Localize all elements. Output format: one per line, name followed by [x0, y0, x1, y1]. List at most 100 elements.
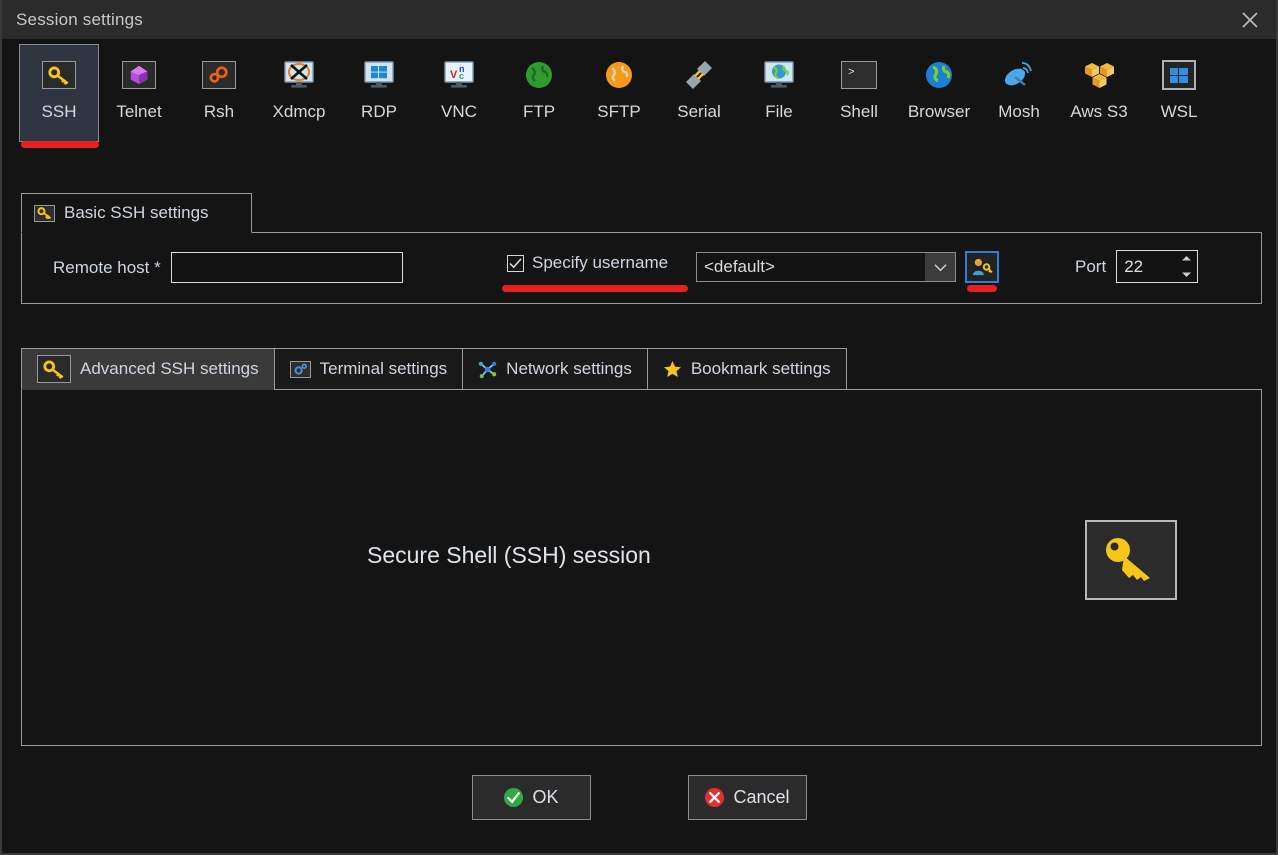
orange-globe-icon — [599, 55, 639, 95]
ok-button-label: OK — [532, 787, 559, 807]
tab-network-settings[interactable]: Network settings — [462, 348, 647, 390]
protocol-label: Mosh — [998, 102, 1040, 121]
plug-connector-icon — [686, 61, 712, 89]
aws-cubes-icon — [1085, 63, 1114, 88]
annotation-underline-username — [502, 285, 688, 292]
chevron-down-icon[interactable] — [925, 253, 955, 281]
protocol-ssh[interactable]: SSH — [19, 44, 99, 148]
key-icon — [37, 355, 71, 383]
terminal-prompt-icon: > — [839, 55, 879, 95]
vnc-monitor-icon: Vnc — [439, 55, 479, 95]
protocol-label: WSL — [1160, 102, 1198, 121]
key-icon — [42, 61, 76, 89]
star-icon — [663, 360, 681, 378]
x-monitor-icon — [284, 61, 314, 88]
basic-ssh-settings-panel: Remote host * Specify username <default> — [21, 232, 1262, 304]
basic-ssh-settings-tab[interactable]: Basic SSH settings — [21, 193, 252, 233]
purple-gem-icon — [119, 55, 159, 95]
tab-bookmark-settings[interactable]: Bookmark settings — [646, 348, 847, 390]
protocol-label: SFTP — [597, 102, 641, 121]
tab-label: Network settings — [506, 359, 632, 378]
protocol-mosh[interactable]: Mosh — [979, 44, 1059, 142]
chevron-up-icon[interactable] — [1181, 255, 1192, 262]
protocol-wsl[interactable]: WSL — [1139, 44, 1219, 142]
protocol-toolbar: SSH Telnet Rsh Xdmcp RDP Vn c VNC FTP SFTP Serial F… — [2, 44, 1276, 154]
protocol-browser[interactable]: Browser — [899, 44, 979, 142]
aws-cubes-icon — [1079, 55, 1119, 95]
protocol-label: FTP — [522, 102, 556, 121]
protocol-rsh[interactable]: Rsh — [179, 44, 259, 142]
key-icon — [34, 204, 55, 222]
protocol-label: Xdmcp — [272, 102, 326, 121]
windows-monitor-icon — [359, 55, 399, 95]
port-spinner[interactable]: 22 — [1116, 250, 1199, 283]
title-bar: Session settings — [2, 0, 1276, 39]
protocol-sftp[interactable]: SFTP — [579, 44, 659, 142]
protocol-shell[interactable]: > Shell — [819, 44, 899, 142]
protocol-label: Browser — [907, 102, 971, 121]
network-node-icon — [478, 360, 497, 379]
user-key-icon — [972, 258, 993, 276]
plug-connector-icon — [679, 55, 719, 95]
port-label: Port — [1075, 256, 1107, 276]
port-stepper[interactable] — [1175, 251, 1197, 282]
tab-label: Bookmark settings — [690, 359, 831, 378]
blue-gear-icon — [289, 360, 311, 378]
protocol-label: SSH — [41, 102, 77, 121]
username-combo-value: <default> — [704, 257, 775, 276]
tab-terminal-settings[interactable]: Terminal settings — [273, 348, 463, 390]
satellite-dish-icon — [999, 55, 1039, 95]
windows-logo-icon — [1159, 55, 1199, 95]
protocol-serial[interactable]: Serial — [659, 44, 739, 142]
remote-host-field-group: Remote host * — [53, 252, 403, 283]
check-icon — [509, 257, 522, 268]
network-node-icon — [478, 361, 497, 378]
svg-text:c: c — [459, 71, 464, 81]
key-icon — [39, 55, 79, 95]
ok-button[interactable]: OK — [471, 775, 591, 820]
session-settings-dialog: Session settings SSH Telnet Rsh Xdmcp RDP Vn c… — [0, 0, 1278, 855]
key-icon — [37, 355, 71, 383]
windows-monitor-icon — [364, 61, 394, 88]
green-globe-icon — [519, 55, 559, 95]
satellite-dish-icon — [1004, 62, 1032, 86]
protocol-rdp[interactable]: RDP — [339, 44, 419, 142]
cancel-button[interactable]: Cancel — [687, 775, 807, 820]
specify-username-checkbox[interactable]: Specify username — [507, 253, 668, 273]
key-icon — [1106, 538, 1150, 581]
port-field-group: Port 22 — [1075, 250, 1199, 283]
protocol-label: Rsh — [203, 102, 235, 121]
protocol-ftp[interactable]: FTP — [499, 44, 579, 142]
basic-ssh-settings-label: Basic SSH settings — [64, 203, 209, 222]
protocol-vnc[interactable]: Vn c VNC — [419, 44, 499, 142]
protocol-label: Shell — [840, 102, 878, 121]
blue-gear-icon — [289, 360, 311, 378]
cancel-button-label: Cancel — [733, 787, 790, 807]
tab-advanced-ssh-settings[interactable]: Advanced SSH settings — [21, 348, 274, 390]
username-combo[interactable]: <default> — [696, 252, 956, 282]
tab-label: Terminal settings — [319, 359, 448, 378]
checkbox-box — [507, 254, 524, 272]
protocol-file[interactable]: File — [739, 44, 819, 142]
protocol-telnet[interactable]: Telnet — [99, 44, 179, 142]
protocol-aws-s3[interactable]: Aws S3 — [1059, 44, 1139, 142]
protocol-xdmcp[interactable]: Xdmcp — [259, 44, 339, 142]
dialog-footer: OK Cancel — [2, 775, 1276, 820]
window-title: Session settings — [16, 9, 143, 29]
green-check-icon — [504, 787, 524, 808]
close-icon — [1242, 11, 1258, 28]
globe-monitor-icon — [764, 61, 794, 88]
user-key-button[interactable] — [965, 251, 999, 283]
close-button[interactable] — [1224, 0, 1276, 39]
chevron-down-icon[interactable] — [1181, 271, 1192, 278]
panel-caption: Secure Shell (SSH) session — [367, 542, 651, 568]
port-value: 22 — [1124, 256, 1144, 276]
orange-gears-icon — [202, 61, 236, 89]
protocol-label: Serial — [677, 102, 721, 121]
globe-monitor-icon — [759, 55, 799, 95]
x-monitor-icon — [279, 55, 319, 95]
svg-text:>: > — [848, 67, 855, 79]
windows-logo-icon — [1162, 60, 1196, 90]
blue-globe-icon — [919, 55, 959, 95]
remote-host-input[interactable] — [170, 252, 403, 283]
